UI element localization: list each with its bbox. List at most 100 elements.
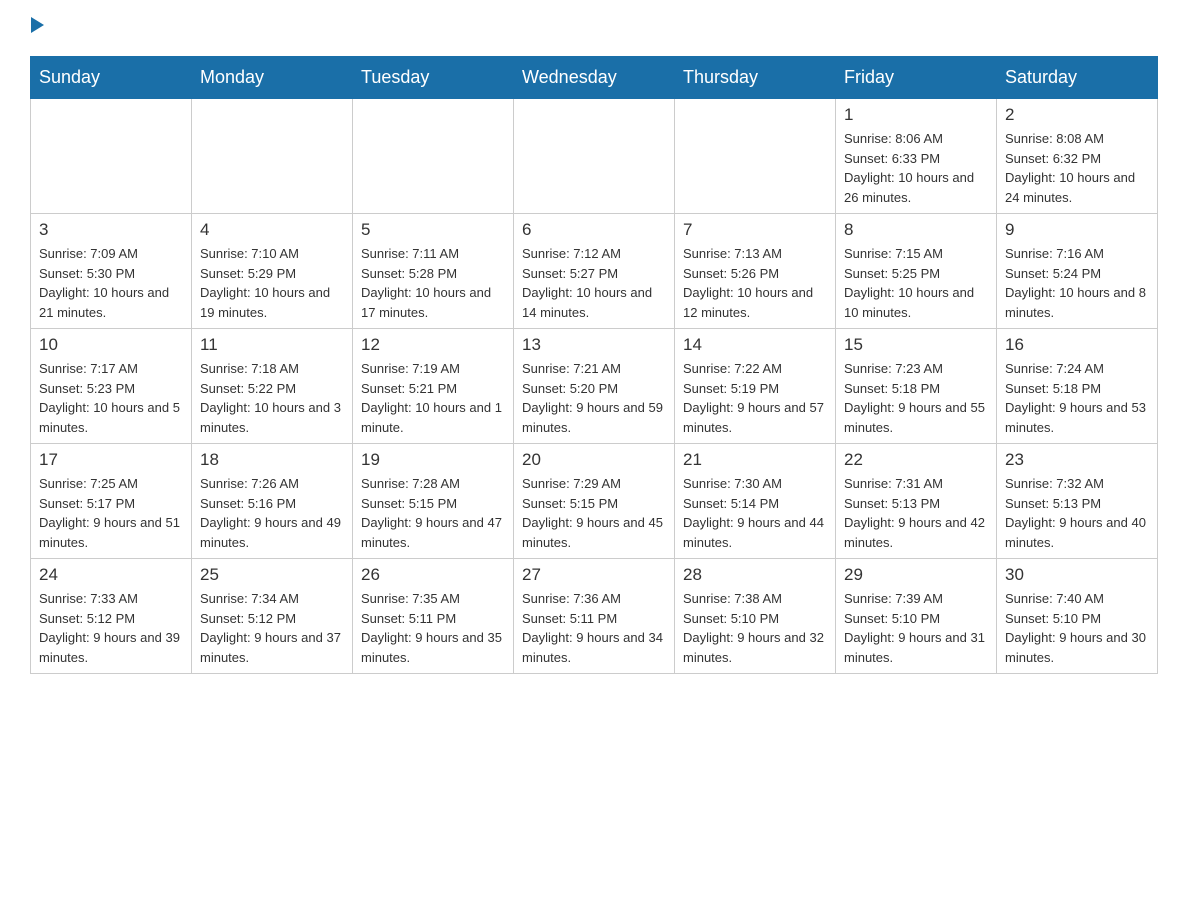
day-info: Sunrise: 7:19 AM Sunset: 5:21 PM Dayligh… (361, 359, 505, 437)
day-number: 4 (200, 220, 344, 240)
day-number: 28 (683, 565, 827, 585)
calendar-cell (192, 99, 353, 214)
day-number: 11 (200, 335, 344, 355)
header-wednesday: Wednesday (514, 57, 675, 99)
day-info: Sunrise: 7:22 AM Sunset: 5:19 PM Dayligh… (683, 359, 827, 437)
calendar-cell: 15Sunrise: 7:23 AM Sunset: 5:18 PM Dayli… (836, 329, 997, 444)
day-info: Sunrise: 7:24 AM Sunset: 5:18 PM Dayligh… (1005, 359, 1149, 437)
day-info: Sunrise: 7:12 AM Sunset: 5:27 PM Dayligh… (522, 244, 666, 322)
calendar-cell: 16 Sunrise: 7:24 AM Sunset: 5:18 PM Dayli… (997, 329, 1158, 444)
calendar-cell: 23 Sunrise: 7:32 AM Sunset: 5:13 PM Dayli… (997, 444, 1158, 559)
day-number: 26 (361, 565, 505, 585)
day-number: 13 (522, 335, 666, 355)
page-header (30, 20, 1158, 36)
calendar-cell: 17 Sunrise: 7:25 AM Sunset: 5:17 PM Dayli… (31, 444, 192, 559)
day-info: Sunrise: 7:18 AM Sunset: 5:22 PM Dayligh… (200, 359, 344, 437)
calendar-cell: 11 Sunrise: 7:18 AM Sunset: 5:22 PM Dayli… (192, 329, 353, 444)
header-monday: Monday (192, 57, 353, 99)
day-info: Sunrise: 7:13 AM Sunset: 5:26 PM Dayligh… (683, 244, 827, 322)
calendar-cell: 22Sunrise: 7:31 AM Sunset: 5:13 PM Dayli… (836, 444, 997, 559)
day-info: Sunrise: 7:26 AM Sunset: 5:16 PM Dayligh… (200, 474, 344, 552)
day-info: Sunrise: 7:39 AM Sunset: 5:10 PM Dayligh… (844, 589, 988, 667)
calendar-cell: 28 Sunrise: 7:38 AM Sunset: 5:10 PM Dayli… (675, 559, 836, 674)
calendar-cell: 13 Sunrise: 7:21 AM Sunset: 5:20 PM Dayli… (514, 329, 675, 444)
day-info: Sunrise: 7:31 AM Sunset: 5:13 PM Dayligh… (844, 474, 988, 552)
day-number: 9 (1005, 220, 1149, 240)
calendar-cell: 24 Sunrise: 7:33 AM Sunset: 5:12 PM Dayli… (31, 559, 192, 674)
calendar-week-row: 3 Sunrise: 7:09 AM Sunset: 5:30 PM Daylig… (31, 214, 1158, 329)
calendar-table: Sunday Monday Tuesday Wednesday Thursday… (30, 56, 1158, 674)
day-number: 8 (844, 220, 988, 240)
calendar-week-row: 24 Sunrise: 7:33 AM Sunset: 5:12 PM Dayli… (31, 559, 1158, 674)
logo-triangle-icon (31, 17, 44, 33)
logo (30, 20, 44, 36)
calendar-week-row: 1 Sunrise: 8:06 AM Sunset: 6:33 PM Daylig… (31, 99, 1158, 214)
calendar-cell: 26 Sunrise: 7:35 AM Sunset: 5:11 PM Dayli… (353, 559, 514, 674)
calendar-cell: 10Sunrise: 7:17 AM Sunset: 5:23 PM Dayli… (31, 329, 192, 444)
day-info: Sunrise: 8:08 AM Sunset: 6:32 PM Dayligh… (1005, 129, 1149, 207)
day-info: Sunrise: 7:21 AM Sunset: 5:20 PM Dayligh… (522, 359, 666, 437)
calendar-cell: 5 Sunrise: 7:11 AM Sunset: 5:28 PM Daylig… (353, 214, 514, 329)
day-info: Sunrise: 7:33 AM Sunset: 5:12 PM Dayligh… (39, 589, 183, 667)
day-number: 12 (361, 335, 505, 355)
calendar-cell: 8 Sunrise: 7:15 AM Sunset: 5:25 PM Daylig… (836, 214, 997, 329)
day-number: 17 (39, 450, 183, 470)
calendar-cell: 12 Sunrise: 7:19 AM Sunset: 5:21 PM Dayli… (353, 329, 514, 444)
header-thursday: Thursday (675, 57, 836, 99)
calendar-cell: 21 Sunrise: 7:30 AM Sunset: 5:14 PM Dayli… (675, 444, 836, 559)
day-info: Sunrise: 7:11 AM Sunset: 5:28 PM Dayligh… (361, 244, 505, 322)
day-number: 18 (200, 450, 344, 470)
day-info: Sunrise: 7:38 AM Sunset: 5:10 PM Dayligh… (683, 589, 827, 667)
day-info: Sunrise: 8:06 AM Sunset: 6:33 PM Dayligh… (844, 129, 988, 207)
calendar-cell: 1 Sunrise: 8:06 AM Sunset: 6:33 PM Daylig… (836, 99, 997, 214)
header-tuesday: Tuesday (353, 57, 514, 99)
day-number: 21 (683, 450, 827, 470)
day-number: 7 (683, 220, 827, 240)
calendar-week-row: 10Sunrise: 7:17 AM Sunset: 5:23 PM Dayli… (31, 329, 1158, 444)
day-number: 16 (1005, 335, 1149, 355)
calendar-cell: 14 Sunrise: 7:22 AM Sunset: 5:19 PM Dayli… (675, 329, 836, 444)
day-info: Sunrise: 7:15 AM Sunset: 5:25 PM Dayligh… (844, 244, 988, 322)
day-number: 3 (39, 220, 183, 240)
day-info: Sunrise: 7:25 AM Sunset: 5:17 PM Dayligh… (39, 474, 183, 552)
calendar-cell: 9 Sunrise: 7:16 AM Sunset: 5:24 PM Daylig… (997, 214, 1158, 329)
calendar-cell: 29 Sunrise: 7:39 AM Sunset: 5:10 PM Dayli… (836, 559, 997, 674)
day-number: 30 (1005, 565, 1149, 585)
day-info: Sunrise: 7:10 AM Sunset: 5:29 PM Dayligh… (200, 244, 344, 322)
day-number: 24 (39, 565, 183, 585)
calendar-cell: 25Sunrise: 7:34 AM Sunset: 5:12 PM Dayli… (192, 559, 353, 674)
day-number: 20 (522, 450, 666, 470)
day-info: Sunrise: 7:32 AM Sunset: 5:13 PM Dayligh… (1005, 474, 1149, 552)
day-info: Sunrise: 7:29 AM Sunset: 5:15 PM Dayligh… (522, 474, 666, 552)
day-info: Sunrise: 7:17 AM Sunset: 5:23 PM Dayligh… (39, 359, 183, 437)
day-info: Sunrise: 7:16 AM Sunset: 5:24 PM Dayligh… (1005, 244, 1149, 322)
day-info: Sunrise: 7:35 AM Sunset: 5:11 PM Dayligh… (361, 589, 505, 667)
day-info: Sunrise: 7:23 AM Sunset: 5:18 PM Dayligh… (844, 359, 988, 437)
day-number: 6 (522, 220, 666, 240)
day-info: Sunrise: 7:09 AM Sunset: 5:30 PM Dayligh… (39, 244, 183, 322)
day-number: 19 (361, 450, 505, 470)
day-info: Sunrise: 7:28 AM Sunset: 5:15 PM Dayligh… (361, 474, 505, 552)
day-info: Sunrise: 7:30 AM Sunset: 5:14 PM Dayligh… (683, 474, 827, 552)
day-info: Sunrise: 7:40 AM Sunset: 5:10 PM Dayligh… (1005, 589, 1149, 667)
calendar-cell: 2 Sunrise: 8:08 AM Sunset: 6:32 PM Daylig… (997, 99, 1158, 214)
weekday-header-row: Sunday Monday Tuesday Wednesday Thursday… (31, 57, 1158, 99)
day-number: 29 (844, 565, 988, 585)
calendar-cell: 18 Sunrise: 7:26 AM Sunset: 5:16 PM Dayli… (192, 444, 353, 559)
day-number: 1 (844, 105, 988, 125)
day-number: 27 (522, 565, 666, 585)
day-number: 23 (1005, 450, 1149, 470)
calendar-cell: 19 Sunrise: 7:28 AM Sunset: 5:15 PM Dayli… (353, 444, 514, 559)
calendar-cell (353, 99, 514, 214)
calendar-cell (514, 99, 675, 214)
header-saturday: Saturday (997, 57, 1158, 99)
day-number: 14 (683, 335, 827, 355)
calendar-cell (31, 99, 192, 214)
calendar-week-row: 17 Sunrise: 7:25 AM Sunset: 5:17 PM Dayli… (31, 444, 1158, 559)
day-number: 5 (361, 220, 505, 240)
calendar-cell: 3 Sunrise: 7:09 AM Sunset: 5:30 PM Daylig… (31, 214, 192, 329)
day-info: Sunrise: 7:36 AM Sunset: 5:11 PM Dayligh… (522, 589, 666, 667)
day-number: 2 (1005, 105, 1149, 125)
calendar-cell: 6 Sunrise: 7:12 AM Sunset: 5:27 PM Daylig… (514, 214, 675, 329)
calendar-cell: 27 Sunrise: 7:36 AM Sunset: 5:11 PM Dayli… (514, 559, 675, 674)
